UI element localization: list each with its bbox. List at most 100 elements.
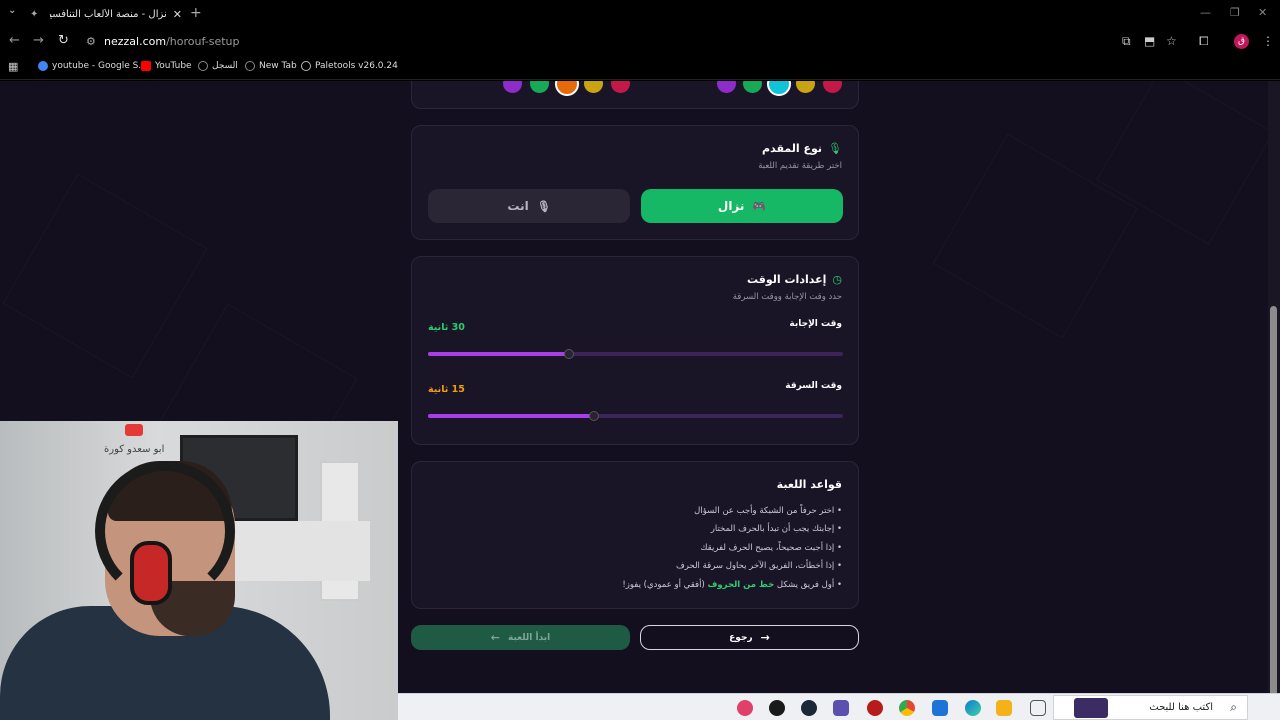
youtube-icon <box>141 61 151 71</box>
bookmark-paletools[interactable]: Paletools v26.0.24 <box>301 61 398 71</box>
answer-time-value: 30 ثانية <box>428 322 465 333</box>
bookmark-newtab[interactable]: New Tab <box>245 61 297 71</box>
bookmark-history[interactable]: السجل <box>198 61 238 71</box>
minimize-icon[interactable]: — <box>1200 6 1211 19</box>
microphone-icon: 🎙 <box>828 142 842 155</box>
bookmark-youtube[interactable]: YouTube <box>141 61 192 71</box>
google-icon <box>38 61 48 71</box>
edge-icon[interactable] <box>965 700 981 716</box>
profile-avatar[interactable]: ق <box>1234 34 1249 49</box>
scrollbar-thumb[interactable] <box>1270 306 1277 720</box>
rule-item: • إجابتك يجب أن تبدأ بالحرف المختار <box>710 524 842 534</box>
bookmark-google[interactable]: youtube - Google S... <box>38 61 147 71</box>
color-swatch-selected[interactable] <box>555 81 579 96</box>
close-window-icon[interactable]: ✕ <box>1258 6 1267 19</box>
reload-icon[interactable]: ↻ <box>58 33 69 48</box>
arrow-right-icon: → <box>760 631 770 644</box>
bookmark-label: Paletools v26.0.24 <box>315 61 398 71</box>
page-scrollbar[interactable] <box>1268 81 1280 720</box>
slider-thumb[interactable] <box>564 349 574 359</box>
rule-text: • أول فريق يشكل <box>774 580 842 590</box>
browser-tabbar: ⌄ ✦ نزال - منصة الألعاب التنافسية ال ✕ +… <box>0 0 1280 28</box>
time-header: ◷ إعدادات الوقت <box>747 273 842 286</box>
chrome-icon[interactable] <box>899 700 915 716</box>
presenter-option-nezzal[interactable]: 🎮 نزال <box>641 189 843 223</box>
search-widget-icon <box>1074 698 1108 718</box>
forward-arrow-icon[interactable]: → <box>33 33 44 48</box>
menu-kebab-icon[interactable]: ⋮ <box>1262 34 1274 48</box>
bookmark-label: YouTube <box>155 61 192 71</box>
bookmark-label: السجل <box>212 61 238 71</box>
browser-tab[interactable]: ✦ نزال - منصة الألعاب التنافسية ال ✕ <box>24 2 182 26</box>
color-swatch[interactable] <box>530 81 549 93</box>
team-colors-card <box>411 81 859 109</box>
time-title: إعدادات الوقت <box>747 273 827 286</box>
steam-icon[interactable] <box>801 700 817 716</box>
color-swatch[interactable] <box>584 81 603 93</box>
presenter-option-you[interactable]: 🎙 انت <box>428 189 630 223</box>
globe-icon <box>301 61 311 71</box>
color-swatch[interactable] <box>796 81 815 93</box>
app-icon[interactable] <box>737 700 753 716</box>
task-view-icon[interactable] <box>1030 700 1046 716</box>
history-icon <box>198 61 208 71</box>
color-swatch[interactable] <box>823 81 842 93</box>
url-path: /horouf-setup <box>166 35 240 48</box>
app-icon[interactable] <box>867 700 883 716</box>
presenter-subtitle: اختر طريقة تقديم اللعبة <box>758 161 842 171</box>
color-swatch[interactable] <box>503 81 522 93</box>
answer-time-label: وقت الإجابة <box>789 319 842 329</box>
bookmark-label: youtube - Google S... <box>52 61 147 71</box>
search-icon: ⌕ <box>1230 700 1237 714</box>
answer-time-slider[interactable] <box>428 349 843 359</box>
apps-grid-icon[interactable]: ▦ <box>8 60 18 73</box>
slider-thumb[interactable] <box>589 411 599 421</box>
translate-icon[interactable]: ⧉ <box>1122 34 1131 49</box>
slider-fill <box>428 414 594 418</box>
file-explorer-icon[interactable] <box>996 700 1012 716</box>
rule-highlight: خط من الحروف <box>707 580 775 590</box>
color-swatch[interactable] <box>611 81 630 93</box>
presenter-header: 🎙 نوع المقدم <box>762 142 842 155</box>
webcam-channel-text: ابو سعدو كورة <box>104 444 165 455</box>
app-icon-active[interactable] <box>833 700 849 716</box>
bg-hexagon <box>3 174 208 379</box>
microphone-icon: 🎙 <box>536 199 551 213</box>
presenter-title: نوع المقدم <box>762 142 823 155</box>
globe-icon <box>245 61 255 71</box>
taskbar-search[interactable]: اكتب هنا للبحث ⌕ <box>1053 695 1248 720</box>
youtube-logo-icon <box>125 424 143 436</box>
color-swatch[interactable] <box>717 81 736 93</box>
restore-icon[interactable]: ❐ <box>1230 6 1240 19</box>
address-bar[interactable]: nezzal.com/horouf-setup <box>104 35 239 48</box>
time-subtitle: حدد وقت الإجابة ووقت السرقة <box>732 292 842 302</box>
tab-title: نزال - منصة الألعاب التنافسية ال <box>50 8 167 20</box>
bookmarks-bar: ▦ youtube - Google S... YouTube السجل Ne… <box>0 56 1280 80</box>
bookmark-star-icon[interactable]: ☆ <box>1166 34 1177 48</box>
clock-icon: ◷ <box>832 273 842 286</box>
color-swatch[interactable] <box>743 81 762 93</box>
color-swatch-selected[interactable] <box>767 81 791 96</box>
slider-fill <box>428 352 569 356</box>
option-label: نزال <box>717 199 745 213</box>
gamepad-icon: 🎮 <box>752 199 767 213</box>
app-icon[interactable] <box>769 700 785 716</box>
steal-time-slider[interactable] <box>428 411 843 421</box>
tab-close-icon[interactable]: ✕ <box>173 8 182 21</box>
back-button[interactable]: → رجوع <box>640 625 859 650</box>
install-icon[interactable]: ⬒ <box>1144 34 1155 48</box>
rules-title: قواعد اللعبة <box>776 478 842 491</box>
back-arrow-icon[interactable]: ← <box>9 33 20 48</box>
tab-search-icon[interactable]: ⌄ <box>8 5 16 16</box>
new-tab-icon[interactable]: + <box>190 5 202 21</box>
browser-navbar: ← → ↻ ⚙ nezzal.com/horouf-setup ⧉ ⬒ ☆ ⧠ … <box>0 28 1280 56</box>
rules-header: قواعد اللعبة <box>777 478 842 491</box>
arrow-left-icon: ← <box>490 631 500 644</box>
start-game-button[interactable]: ابدأ اللعبة ← <box>411 625 630 650</box>
extensions-icon[interactable]: ⧠ <box>1199 34 1209 49</box>
steal-time-label: وقت السرقة <box>785 381 842 391</box>
site-info-icon[interactable]: ⚙ <box>86 35 96 48</box>
rule-item: • إذا أجبت صحيحاً، يصبح الحرف لفريقك <box>700 543 843 553</box>
mail-icon[interactable] <box>932 700 948 716</box>
webcam-headset-earcup <box>130 541 172 605</box>
